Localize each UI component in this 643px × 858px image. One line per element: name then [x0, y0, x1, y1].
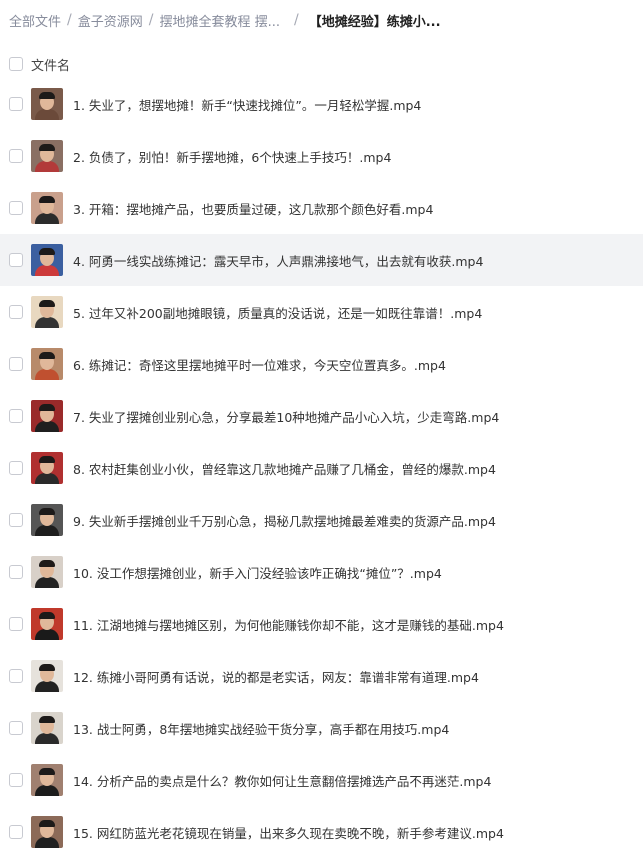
file-row[interactable]: 5. 过年又补200副地摊眼镜，质量真的没话说，还是一如既往靠谱！.mp4: [0, 286, 643, 338]
file-name[interactable]: 12. 练摊小哥阿勇有话说，说的都是老实话，网友：靠谱非常有道理.mp4: [73, 667, 479, 686]
breadcrumb-all-files[interactable]: 全部文件: [9, 11, 61, 30]
file-row[interactable]: 8. 农村赶集创业小伙，曾经靠这几款地摊产品赚了几桶金，曾经的爆款.mp4: [0, 442, 643, 494]
video-thumbnail: [31, 348, 63, 380]
file-name[interactable]: 10. 没工作想摆摊创业，新手入门没经验该咋正确找“摊位”？.mp4: [73, 563, 442, 582]
select-all-checkbox[interactable]: [9, 57, 23, 71]
file-row[interactable]: 3. 开箱：摆地摊产品，也要质量过硬，这几款那个颜色好看.mp4: [0, 182, 643, 234]
file-row[interactable]: 14. 分析产品的卖点是什么？教你如何让生意翻倍摆摊选产品不再迷茫.mp4: [0, 754, 643, 806]
video-thumbnail: [31, 400, 63, 432]
file-row[interactable]: 2. 负债了，别怕！新手摆地摊，6个快速上手技巧！.mp4: [0, 130, 643, 182]
breadcrumb-separator: /: [148, 12, 154, 28]
breadcrumb-folder-tutorials[interactable]: 摆地摊全套教程 摆...: [159, 11, 280, 30]
file-name[interactable]: 15. 网红防蓝光老花镜现在销量，出来多久现在卖晚不晚，新手参考建议.mp4: [73, 823, 504, 842]
file-row[interactable]: 15. 网红防蓝光老花镜现在销量，出来多久现在卖晚不晚，新手参考建议.mp4: [0, 806, 643, 858]
file-row[interactable]: 12. 练摊小哥阿勇有话说，说的都是老实话，网友：靠谱非常有道理.mp4: [0, 650, 643, 702]
file-row-checkbox[interactable]: [9, 825, 23, 839]
file-row[interactable]: 11. 江湖地摊与摆地摊区别，为何他能赚钱你却不能，这才是赚钱的基础.mp4: [0, 598, 643, 650]
file-row[interactable]: 4. 阿勇一线实战练摊记：露天早市，人声鼎沸接地气，出去就有收获.mp4: [0, 234, 643, 286]
video-thumbnail: [31, 452, 63, 484]
video-thumbnail: [31, 192, 63, 224]
file-name[interactable]: 1. 失业了，想摆地摊！新手“快速找摊位”。一月轻松学握.mp4: [73, 95, 421, 114]
video-thumbnail: [31, 244, 63, 276]
video-thumbnail: [31, 504, 63, 536]
file-row-checkbox[interactable]: [9, 461, 23, 475]
file-row[interactable]: 1. 失业了，想摆地摊！新手“快速找摊位”。一月轻松学握.mp4: [0, 78, 643, 130]
breadcrumb-folder-box-resources[interactable]: 盒子资源网: [78, 11, 143, 30]
file-name[interactable]: 14. 分析产品的卖点是什么？教你如何让生意翻倍摆摊选产品不再迷茫.mp4: [73, 771, 491, 790]
video-thumbnail: [31, 556, 63, 588]
file-row-checkbox[interactable]: [9, 409, 23, 423]
file-row-checkbox[interactable]: [9, 305, 23, 319]
breadcrumb-current-folder: 【地摊经验】练摊小...: [308, 14, 441, 30]
video-thumbnail: [31, 88, 63, 120]
file-row-checkbox[interactable]: [9, 357, 23, 371]
file-row-checkbox[interactable]: [9, 721, 23, 735]
file-name[interactable]: 9. 失业新手摆摊创业千万别心急，揭秘几款摆地摊最差难卖的货源产品.mp4: [73, 511, 496, 530]
file-row-checkbox[interactable]: [9, 97, 23, 111]
file-row[interactable]: 13. 战士阿勇，8年摆地摊实战经验干货分享，高手都在用技巧.mp4: [0, 702, 643, 754]
file-row-checkbox[interactable]: [9, 201, 23, 215]
video-thumbnail: [31, 608, 63, 640]
file-row-checkbox[interactable]: [9, 513, 23, 527]
file-name[interactable]: 11. 江湖地摊与摆地摊区别，为何他能赚钱你却不能，这才是赚钱的基础.mp4: [73, 615, 504, 634]
video-thumbnail: [31, 140, 63, 172]
file-name[interactable]: 4. 阿勇一线实战练摊记：露天早市，人声鼎沸接地气，出去就有收获.mp4: [73, 251, 483, 270]
file-name[interactable]: 7. 失业了摆摊创业别心急，分享最差10种地摊产品小心入坑，少走弯路.mp4: [73, 407, 499, 426]
file-row[interactable]: 9. 失业新手摆摊创业千万别心急，揭秘几款摆地摊最差难卖的货源产品.mp4: [0, 494, 643, 546]
video-thumbnail: [31, 296, 63, 328]
breadcrumb: 全部文件 / 盒子资源网 / 摆地摊全套教程 摆... / 【地摊经验】练摊小.…: [9, 10, 441, 30]
file-name[interactable]: 3. 开箱：摆地摊产品，也要质量过硬，这几款那个颜色好看.mp4: [73, 199, 433, 218]
breadcrumb-separator: /: [67, 12, 72, 28]
file-name[interactable]: 13. 战士阿勇，8年摆地摊实战经验干货分享，高手都在用技巧.mp4: [73, 719, 449, 738]
file-row-checkbox[interactable]: [9, 617, 23, 631]
file-name[interactable]: 5. 过年又补200副地摊眼镜，质量真的没话说，还是一如既往靠谱！.mp4: [73, 303, 482, 322]
file-row-checkbox[interactable]: [9, 565, 23, 579]
file-name[interactable]: 8. 农村赶集创业小伙，曾经靠这几款地摊产品赚了几桶金，曾经的爆款.mp4: [73, 459, 496, 478]
file-row-checkbox[interactable]: [9, 773, 23, 787]
file-name[interactable]: 6. 练摊记：奇怪这里摆地摊平时一位难求，今天空位置真多。.mp4: [73, 355, 446, 374]
file-list: 1. 失业了，想摆地摊！新手“快速找摊位”。一月轻松学握.mp4 2. 负债了，别…: [0, 78, 643, 858]
file-row[interactable]: 10. 没工作想摆摊创业，新手入门没经验该咋正确找“摊位”？.mp4: [0, 546, 643, 598]
file-list-header: 文件名: [0, 52, 643, 76]
video-thumbnail: [31, 764, 63, 796]
video-thumbnail: [31, 816, 63, 848]
file-row[interactable]: 6. 练摊记：奇怪这里摆地摊平时一位难求，今天空位置真多。.mp4: [0, 338, 643, 390]
file-row-checkbox[interactable]: [9, 253, 23, 267]
column-header-filename[interactable]: 文件名: [31, 55, 70, 74]
file-name[interactable]: 2. 负债了，别怕！新手摆地摊，6个快速上手技巧！.mp4: [73, 147, 391, 166]
file-row[interactable]: 7. 失业了摆摊创业别心急，分享最差10种地摊产品小心入坑，少走弯路.mp4: [0, 390, 643, 442]
file-row-checkbox[interactable]: [9, 149, 23, 163]
video-thumbnail: [31, 660, 63, 692]
file-row-checkbox[interactable]: [9, 669, 23, 683]
video-thumbnail: [31, 712, 63, 744]
breadcrumb-separator: /: [294, 12, 299, 28]
